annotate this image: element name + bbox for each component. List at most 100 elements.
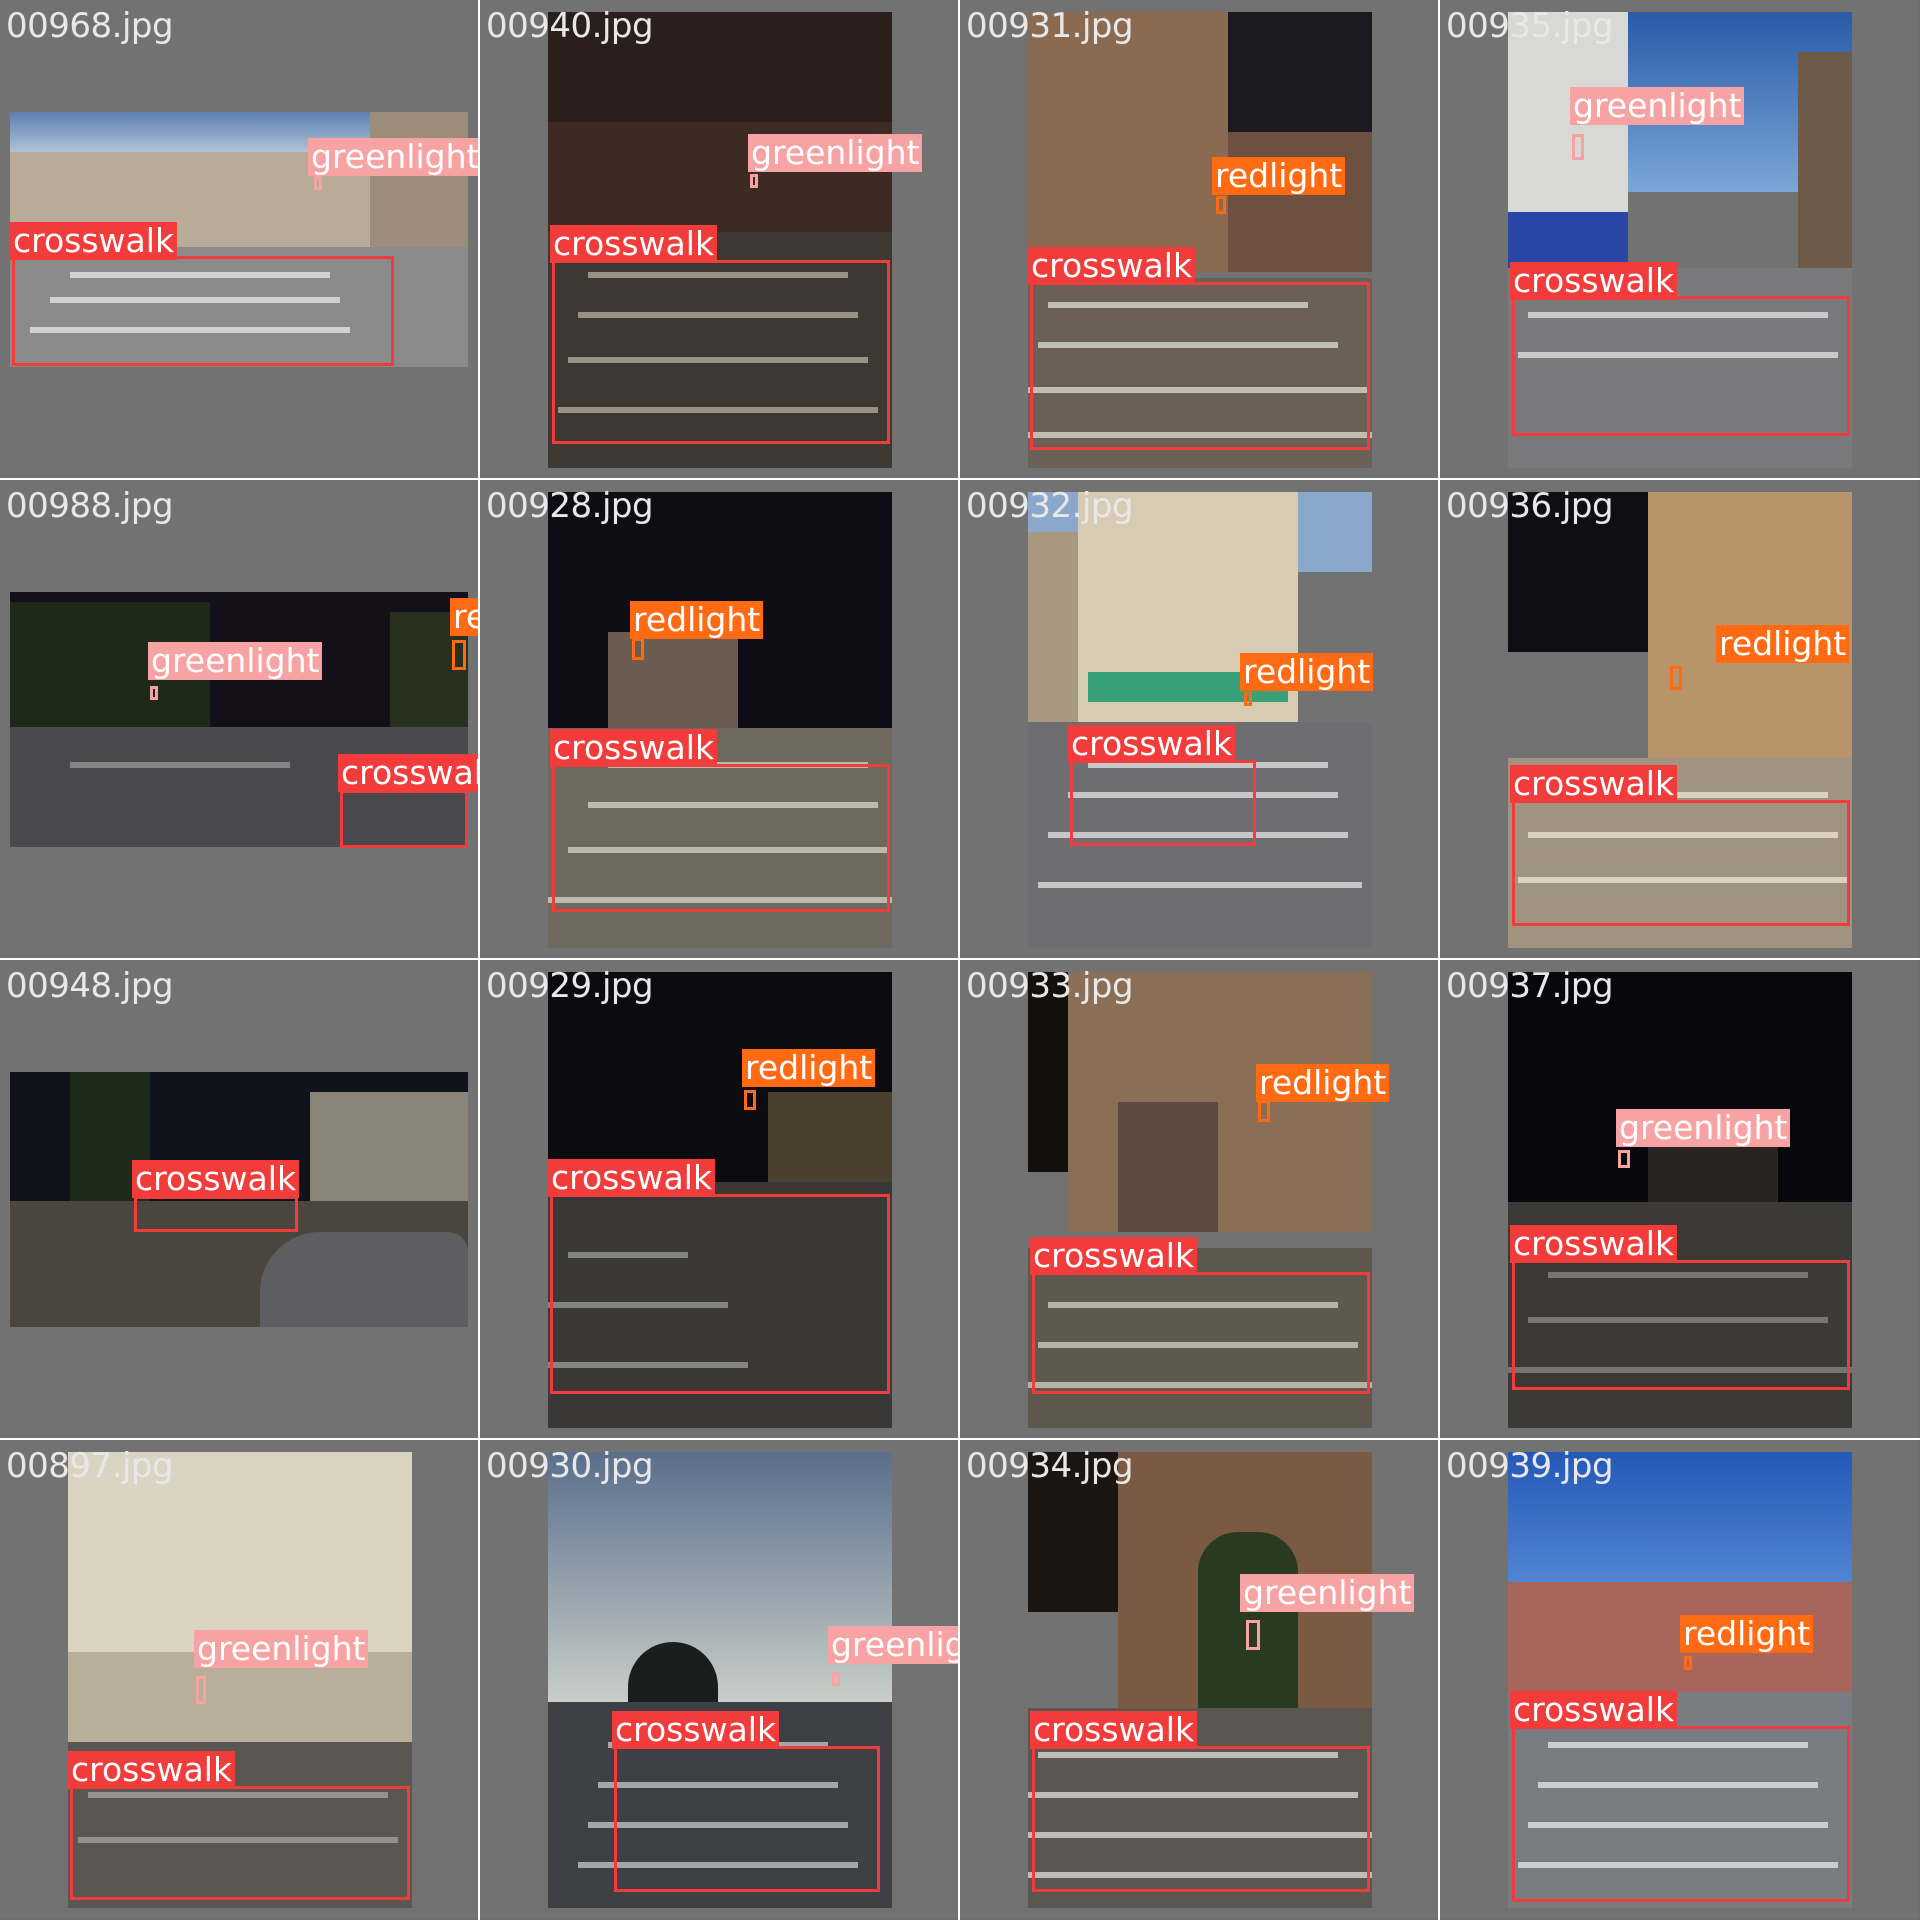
greenlight-bbox <box>832 1672 840 1686</box>
photo <box>1028 492 1372 948</box>
redlight-bbox <box>1216 196 1226 214</box>
crosswalk-bbox <box>340 790 468 848</box>
filename-label: 00948.jpg <box>6 966 174 1006</box>
tile-00988[interactable]: 00988.jpg redlight greenlight crosswalk <box>0 480 478 958</box>
grid-divider <box>958 0 960 1920</box>
tile-00929[interactable]: 00929.jpg redlight crosswalk <box>480 960 958 1438</box>
grid-divider <box>478 0 480 1920</box>
filename-label: 00897.jpg <box>6 1446 174 1486</box>
tile-00968[interactable]: 00968.jpg greenlight crosswalk <box>0 0 478 478</box>
detection-mosaic: 00968.jpg greenlight crosswalk 00940.jpg… <box>0 0 1920 1920</box>
filename-label: 00937.jpg <box>1446 966 1614 1006</box>
crosswalk-bbox <box>1512 800 1850 926</box>
redlight-bbox <box>1670 666 1682 690</box>
greenlight-bbox <box>750 174 758 188</box>
greenlight-bbox <box>1572 134 1584 160</box>
crosswalk-label: crosswalk <box>338 754 478 792</box>
filename-label: 00939.jpg <box>1446 1446 1614 1486</box>
crosswalk-bbox <box>1512 296 1850 436</box>
crosswalk-bbox <box>1032 1272 1370 1394</box>
crosswalk-label: crosswalk <box>548 1159 716 1197</box>
redlight-label: redlight <box>1716 625 1850 663</box>
filename-label: 00933.jpg <box>966 966 1134 1006</box>
crosswalk-label: crosswalk <box>612 1711 780 1749</box>
redlight-label: redlight <box>1212 157 1346 195</box>
crosswalk-label: crosswalk <box>1510 1691 1678 1729</box>
redlight-label: redlight <box>1240 653 1374 691</box>
filename-label: 00988.jpg <box>6 486 174 526</box>
greenlight-bbox <box>196 1676 206 1704</box>
redlight-bbox <box>1258 1100 1270 1122</box>
crosswalk-label: crosswalk <box>1510 262 1678 300</box>
greenlight-bbox <box>1246 1620 1260 1650</box>
tile-00936[interactable]: 00936.jpg redlight crosswalk <box>1440 480 1918 958</box>
crosswalk-bbox <box>550 1194 890 1394</box>
grid-divider <box>1438 0 1440 1920</box>
crosswalk-bbox <box>552 764 890 912</box>
filename-label: 00936.jpg <box>1446 486 1614 526</box>
greenlight-label: greenlight <box>148 642 323 680</box>
filename-label: 00932.jpg <box>966 486 1134 526</box>
tile-00897[interactable]: 00897.jpg greenlight crosswalk <box>0 1440 478 1918</box>
crosswalk-label: crosswalk <box>1510 1225 1678 1263</box>
redlight-bbox <box>452 640 466 670</box>
tile-00939[interactable]: 00939.jpg redlight crosswalk <box>1440 1440 1918 1918</box>
filename-label: 00940.jpg <box>486 6 654 46</box>
filename-label: 00930.jpg <box>486 1446 654 1486</box>
greenlight-label: greenlight <box>1616 1109 1791 1147</box>
crosswalk-label: crosswalk <box>132 1160 300 1198</box>
greenlight-label: greenlight <box>1240 1574 1415 1612</box>
tile-00930[interactable]: 00930.jpg greenlight crosswalk <box>480 1440 958 1918</box>
crosswalk-bbox <box>70 1786 410 1900</box>
tile-00935[interactable]: 00935.jpg greenlight crosswalk <box>1440 0 1918 478</box>
tile-00934[interactable]: 00934.jpg greenlight crosswalk <box>960 1440 1438 1918</box>
greenlight-label: greenlight <box>828 1626 958 1664</box>
crosswalk-label: crosswalk <box>1030 1711 1198 1749</box>
crosswalk-label: crosswalk <box>1028 247 1196 285</box>
greenlight-bbox <box>150 686 158 700</box>
tile-00940[interactable]: 00940.jpg greenlight crosswalk <box>480 0 958 478</box>
filename-label: 00931.jpg <box>966 6 1134 46</box>
greenlight-label: greenlight <box>194 1630 369 1668</box>
crosswalk-bbox <box>1032 1746 1370 1892</box>
crosswalk-bbox <box>614 1746 880 1892</box>
redlight-label: redlight <box>1680 1615 1814 1653</box>
filename-label: 00968.jpg <box>6 6 174 46</box>
crosswalk-label: crosswalk <box>10 222 178 260</box>
crosswalk-bbox <box>1512 1726 1850 1902</box>
crosswalk-label: crosswalk <box>1030 1237 1198 1275</box>
tile-00928[interactable]: 00928.jpg redlight crosswalk <box>480 480 958 958</box>
crosswalk-label: crosswalk <box>1510 765 1678 803</box>
redlight-bbox <box>744 1090 756 1110</box>
redlight-label: redlight <box>630 601 764 639</box>
greenlight-label: greenlight <box>308 138 478 176</box>
filename-label: 00935.jpg <box>1446 6 1614 46</box>
crosswalk-label: crosswalk <box>68 1751 236 1789</box>
filename-label: 00929.jpg <box>486 966 654 1006</box>
redlight-bbox <box>632 638 644 660</box>
crosswalk-label: crosswalk <box>550 729 718 767</box>
crosswalk-label: crosswalk <box>1068 725 1236 763</box>
tile-00937[interactable]: 00937.jpg greenlight crosswalk <box>1440 960 1918 1438</box>
crosswalk-bbox <box>1512 1260 1850 1390</box>
crosswalk-bbox <box>1030 282 1370 450</box>
crosswalk-label: crosswalk <box>550 225 718 263</box>
grid-divider <box>0 478 1920 480</box>
filename-label: 00934.jpg <box>966 1446 1134 1486</box>
tile-00948[interactable]: 00948.jpg crosswalk <box>0 960 478 1438</box>
redlight-label: redlight <box>1256 1064 1390 1102</box>
redlight-label: redlight <box>742 1049 876 1087</box>
crosswalk-bbox <box>12 256 394 366</box>
crosswalk-bbox <box>134 1196 298 1232</box>
greenlight-label: greenlight <box>748 134 923 172</box>
filename-label: 00928.jpg <box>486 486 654 526</box>
redlight-bbox <box>1684 1656 1692 1670</box>
tile-00931[interactable]: 00931.jpg redlight crosswalk <box>960 0 1438 478</box>
grid-divider <box>0 958 1920 960</box>
redlight-bbox <box>1244 692 1252 706</box>
crosswalk-bbox <box>552 260 890 444</box>
grid-divider <box>0 1438 1920 1440</box>
tile-00932[interactable]: 00932.jpg redlight crosswalk <box>960 480 1438 958</box>
redlight-label: redlight <box>450 598 478 636</box>
tile-00933[interactable]: 00933.jpg redlight crosswalk <box>960 960 1438 1438</box>
